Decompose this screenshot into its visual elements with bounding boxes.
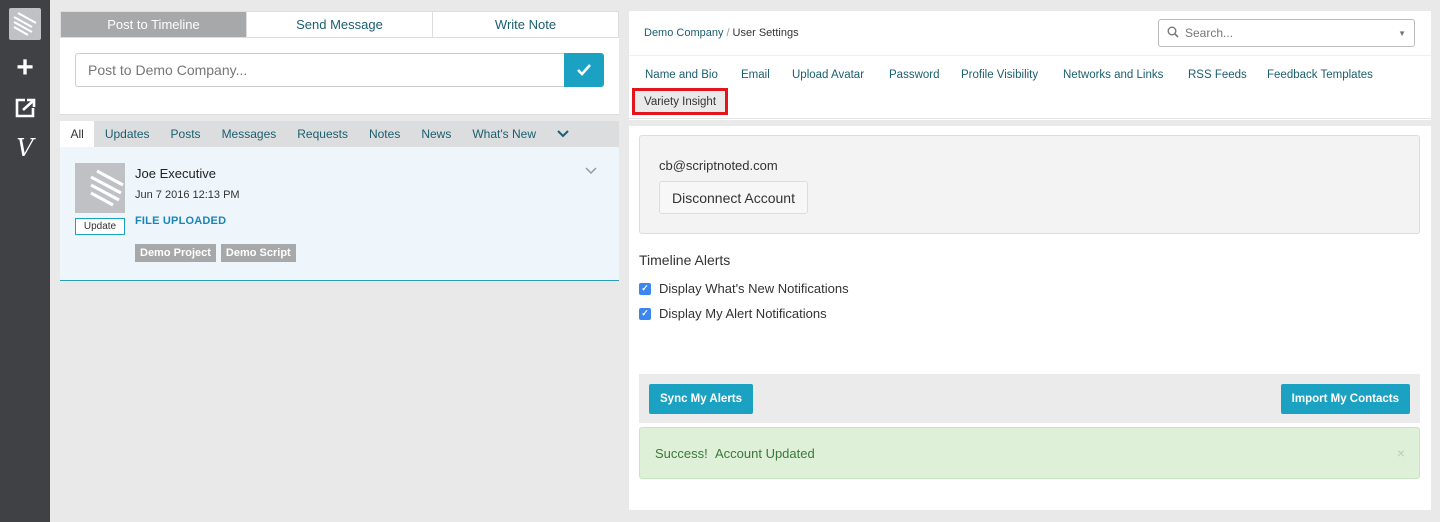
tab-write-note[interactable]: Write Note	[432, 12, 618, 37]
my-alerts-label: Display My Alert Notifications	[659, 306, 827, 321]
action-bar: Sync My Alerts Import My Contacts	[639, 374, 1420, 423]
tab-name-and-bio[interactable]: Name and Bio	[645, 69, 718, 81]
filter-whats-new[interactable]: What's New	[462, 121, 547, 147]
divider	[629, 120, 1431, 126]
close-icon[interactable]: ×	[1397, 445, 1405, 461]
caret-down-icon[interactable]: ▼	[1398, 29, 1406, 38]
feed-action[interactable]: FILE UPLOADED	[135, 215, 226, 227]
success-text: Account Updated	[714, 445, 815, 461]
filter-requests[interactable]: Requests	[287, 121, 359, 147]
feed-tags: Demo Project Demo Script	[135, 244, 296, 262]
feed-timestamp: Jun 7 2016 12:13 PM	[135, 189, 240, 201]
tab-profile-visibility[interactable]: Profile Visibility	[961, 69, 1038, 81]
connected-account: cb@scriptnoted.com Disconnect Account	[639, 135, 1420, 234]
post-input[interactable]: Post to Demo Company...	[75, 53, 565, 87]
composer: Post to Demo Company...	[60, 38, 619, 115]
whats-new-option[interactable]: ✓ Display What's New Notifications	[639, 281, 849, 296]
avatar	[75, 163, 125, 213]
search-icon	[1167, 26, 1179, 41]
composer-tabs: Post to Timeline Send Message Write Note	[60, 11, 619, 38]
check-icon	[577, 64, 591, 76]
chevron-down-icon[interactable]	[546, 121, 579, 147]
logo-icon[interactable]	[9, 8, 41, 40]
status-badge: Update	[75, 218, 125, 235]
breadcrumb: Demo Company / User Settings	[644, 27, 799, 39]
feed-author[interactable]: Joe Executive	[135, 166, 216, 181]
post-submit-button[interactable]	[564, 53, 604, 87]
left-rail: + V	[0, 0, 50, 522]
feed-item[interactable]: Update Joe Executive Jun 7 2016 12:13 PM…	[60, 147, 619, 281]
settings-tabs: Name and Bio Email Upload Avatar Passwor…	[629, 55, 1431, 119]
filter-all[interactable]: All	[60, 121, 95, 147]
tag-demo-script[interactable]: Demo Script	[220, 244, 296, 262]
share-icon[interactable]	[9, 92, 41, 124]
filter-messages[interactable]: Messages	[211, 121, 287, 147]
settings-panel: Demo Company / User Settings Search... ▼ N…	[629, 11, 1431, 510]
tab-password[interactable]: Password	[889, 69, 940, 81]
filter-posts[interactable]: Posts	[160, 121, 211, 147]
tab-networks-and-links[interactable]: Networks and Links	[1063, 69, 1163, 81]
whats-new-label: Display What's New Notifications	[659, 281, 849, 296]
plus-icon[interactable]: +	[9, 52, 41, 84]
disconnect-account-button[interactable]: Disconnect Account	[659, 181, 808, 214]
timeline-column: Post to Timeline Send Message Write Note…	[60, 11, 619, 281]
tab-upload-avatar[interactable]: Upload Avatar	[792, 69, 864, 81]
whats-new-checkbox[interactable]: ✓	[639, 282, 651, 295]
tab-variety-insight[interactable]: Variety Insight	[632, 88, 729, 115]
success-strong: Success!	[655, 445, 708, 461]
tab-post-to-timeline[interactable]: Post to Timeline	[61, 12, 246, 37]
tab-rss-feeds[interactable]: RSS Feeds	[1188, 69, 1247, 81]
tab-email[interactable]: Email	[741, 69, 770, 81]
filter-updates[interactable]: Updates	[94, 121, 160, 147]
breadcrumb-demo-company[interactable]: Demo Company	[644, 27, 723, 39]
tab-send-message[interactable]: Send Message	[246, 12, 432, 37]
search-placeholder: Search...	[1185, 26, 1234, 40]
my-alerts-option[interactable]: ✓ Display My Alert Notifications	[639, 306, 827, 321]
sync-alerts-button[interactable]: Sync My Alerts	[649, 384, 754, 414]
breadcrumb-user-settings: User Settings	[732, 27, 799, 39]
success-alert: Success! Account Updated ×	[639, 427, 1420, 479]
tag-demo-project[interactable]: Demo Project	[135, 244, 216, 262]
search-input[interactable]: Search... ▼	[1158, 19, 1415, 47]
feed-filter: All Updates Posts Messages Requests Note…	[60, 121, 619, 147]
import-contacts-button[interactable]: Import My Contacts	[1280, 384, 1410, 414]
filter-news[interactable]: News	[411, 121, 462, 147]
chevron-down-icon[interactable]	[585, 164, 597, 178]
account-email: cb@scriptnoted.com	[659, 158, 778, 173]
timeline-alerts-heading: Timeline Alerts	[639, 252, 731, 268]
variety-icon[interactable]: V	[9, 132, 41, 164]
tab-feedback-templates[interactable]: Feedback Templates	[1267, 69, 1373, 81]
my-alerts-checkbox[interactable]: ✓	[639, 307, 651, 320]
filter-notes[interactable]: Notes	[358, 121, 410, 147]
